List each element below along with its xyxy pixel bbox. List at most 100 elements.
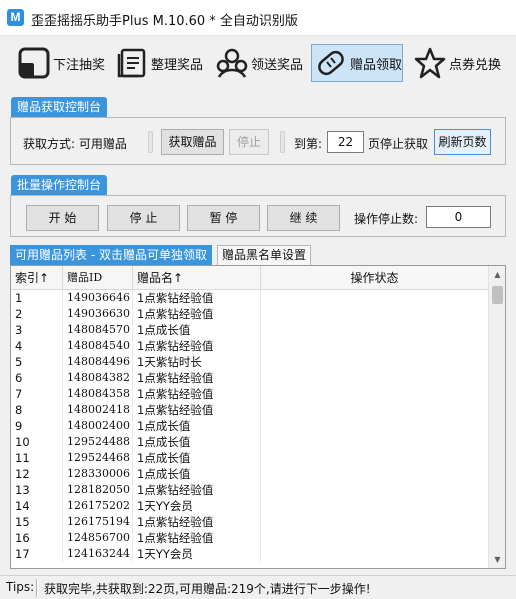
toolbar-gift-claim-button[interactable]: 赠品领取 <box>311 44 403 82</box>
status-divider <box>36 579 38 597</box>
cell-status <box>261 338 489 354</box>
cell-gift-name: 1天紫钻时长 <box>133 354 261 370</box>
title-bar: M 歪歪摇摇乐助手Plus M.10.60 * 全自动识别版 <box>0 0 516 36</box>
cell-status <box>261 514 489 530</box>
toolbar-item-label: 领送奖品 <box>251 57 304 73</box>
cell-gift-id: 148002400 <box>63 418 133 434</box>
cell-gift-name: 1点紫钻经验值 <box>133 530 261 546</box>
stop-page-input[interactable]: 22 <box>327 131 364 153</box>
cell-index: 12 <box>11 466 63 482</box>
table-row[interactable]: 16 124856700 1点紫钻经验值 <box>11 530 489 546</box>
table-row[interactable]: 14 126175202 1天YY会员 <box>11 498 489 514</box>
vertical-scrollbar[interactable]: ▲ ▼ <box>488 266 505 568</box>
cell-gift-name: 1点成长值 <box>133 434 261 450</box>
toolbar-give-prizes-button[interactable]: 领送奖品 <box>212 44 304 82</box>
table-row[interactable]: 1 149036646 1点紫钻经验值 <box>11 290 489 306</box>
app-logo-icon: M <box>7 9 24 26</box>
toolbar-organize-prizes-button[interactable]: 整理奖品 <box>112 44 204 82</box>
cell-gift-id: 126175194 <box>63 514 133 530</box>
cell-gift-name: 1点紫钻经验值 <box>133 290 261 306</box>
toolbar-coupon-exchange-button[interactable]: 点券兑换 <box>410 44 502 82</box>
stop-count-input[interactable]: 0 <box>426 206 491 228</box>
give-prizes-icon <box>216 48 248 78</box>
table-row[interactable]: 5 148084496 1天紫钻时长 <box>11 354 489 370</box>
cell-index: 16 <box>11 530 63 546</box>
cell-gift-name: 1点紫钻经验值 <box>133 306 261 322</box>
claim-control-panel: 获取方式: 可用赠品 获取赠品 停止 到第: 22 页停止获取 刷新页数 <box>10 117 506 165</box>
tab-gift-blacklist[interactable]: 赠品黑名单设置 <box>217 245 312 265</box>
cell-status <box>261 530 489 546</box>
cell-status <box>261 354 489 370</box>
cell-gift-name: 1点紫钻经验值 <box>133 402 261 418</box>
window-title: 歪歪摇摇乐助手Plus M.10.60 * 全自动识别版 <box>31 14 298 29</box>
table-row[interactable]: 7 148084358 1点紫钻经验值 <box>11 386 489 402</box>
table-row[interactable]: 6 148084382 1点紫钻经验值 <box>11 370 489 386</box>
cell-status <box>261 434 489 450</box>
table-row[interactable]: 10 129524488 1点成长值 <box>11 434 489 450</box>
cell-gift-id: 148002418 <box>63 402 133 418</box>
cell-index: 11 <box>11 450 63 466</box>
cell-index: 4 <box>11 338 63 354</box>
toolbar-item-label: 下注抽奖 <box>53 57 106 73</box>
toolbar-item-label: 点券兑换 <box>449 57 502 73</box>
cell-index: 14 <box>11 498 63 514</box>
cell-index: 17 <box>11 546 63 562</box>
table-body: 1 149036646 1点紫钻经验值 2 149036630 1点紫钻经验值 3 14808… <box>11 290 489 562</box>
table-row[interactable]: 4 148084540 1点紫钻经验值 <box>11 338 489 354</box>
stop-fetch-button[interactable]: 停止 <box>229 129 269 155</box>
table-row[interactable]: 9 148002400 1点成长值 <box>11 418 489 434</box>
claim-panel-tab: 赠品获取控制台 <box>11 97 108 117</box>
table-row[interactable]: 13 128182050 1点紫钻经验值 <box>11 482 489 498</box>
cell-gift-id: 124856700 <box>63 530 133 546</box>
table-row[interactable]: 2 149036630 1点紫钻经验值 <box>11 306 489 322</box>
column-header-status[interactable]: 操作状态 <box>261 266 489 290</box>
scrollbar-thumb[interactable] <box>492 286 503 304</box>
cell-gift-id: 149036646 <box>63 290 133 306</box>
cell-gift-name: 1点成长值 <box>133 322 261 338</box>
cell-gift-name: 1天YY会员 <box>133 498 261 514</box>
cell-gift-id: 148084540 <box>63 338 133 354</box>
column-header-gift-name[interactable]: 赠品名↑ <box>133 266 261 290</box>
start-button[interactable]: 开 始 <box>26 205 99 231</box>
cell-status <box>261 370 489 386</box>
column-header-gift-id[interactable]: 赠品ID <box>63 266 133 290</box>
fetch-gifts-button[interactable]: 获取赠品 <box>161 129 224 155</box>
cell-gift-id: 149036630 <box>63 306 133 322</box>
stop-button[interactable]: 停 止 <box>107 205 180 231</box>
scroll-up-icon[interactable]: ▲ <box>489 266 505 283</box>
cell-gift-name: 1点成长值 <box>133 466 261 482</box>
fetch-method-label: 获取方式: 可用赠品 <box>23 137 127 151</box>
status-message: 获取完毕,共获取到:22页,可用赠品:219个,请进行下一步操作! <box>44 582 371 596</box>
cell-gift-id: 129524468 <box>63 450 133 466</box>
cell-status <box>261 386 489 402</box>
refresh-pages-button[interactable]: 刷新页数 <box>434 129 491 155</box>
continue-button[interactable]: 继 续 <box>267 205 340 231</box>
cell-gift-id: 148084382 <box>63 370 133 386</box>
table-header: 索引↑ 赠品ID 赠品名↑ 操作状态 <box>11 266 489 290</box>
table-row[interactable]: 17 124163244 1天YY会员 <box>11 546 489 562</box>
pause-button[interactable]: 暂 停 <box>187 205 260 231</box>
table-row[interactable]: 3 148084570 1点成长值 <box>11 322 489 338</box>
page-prefix-label: 到第: <box>294 137 323 151</box>
cell-gift-id: 148084496 <box>63 354 133 370</box>
cell-status <box>261 498 489 514</box>
cell-index: 2 <box>11 306 63 322</box>
scroll-down-icon[interactable]: ▼ <box>489 551 505 568</box>
cell-status <box>261 322 489 338</box>
column-header-index[interactable]: 索引↑ <box>11 266 63 290</box>
separator <box>148 131 153 153</box>
table-row[interactable]: 15 126175194 1点紫钻经验值 <box>11 514 489 530</box>
table-row[interactable]: 8 148002418 1点紫钻经验值 <box>11 402 489 418</box>
toolbar-bet-lottery-button[interactable]: 下注抽奖 <box>14 44 106 82</box>
cell-index: 6 <box>11 370 63 386</box>
batch-operation-panel: 开 始 停 止 暂 停 继 续 操作停止数: 0 <box>10 195 506 237</box>
star-icon <box>414 47 446 79</box>
table-row[interactable]: 11 129524468 1点成长值 <box>11 450 489 466</box>
cell-gift-name: 1点紫钻经验值 <box>133 370 261 386</box>
cell-status <box>261 482 489 498</box>
cell-index: 7 <box>11 386 63 402</box>
cell-index: 15 <box>11 514 63 530</box>
cell-index: 8 <box>11 402 63 418</box>
table-row[interactable]: 12 128330006 1点成长值 <box>11 466 489 482</box>
tab-available-gifts[interactable]: 可用赠品列表 - 双击赠品可单独领取 <box>10 245 212 265</box>
